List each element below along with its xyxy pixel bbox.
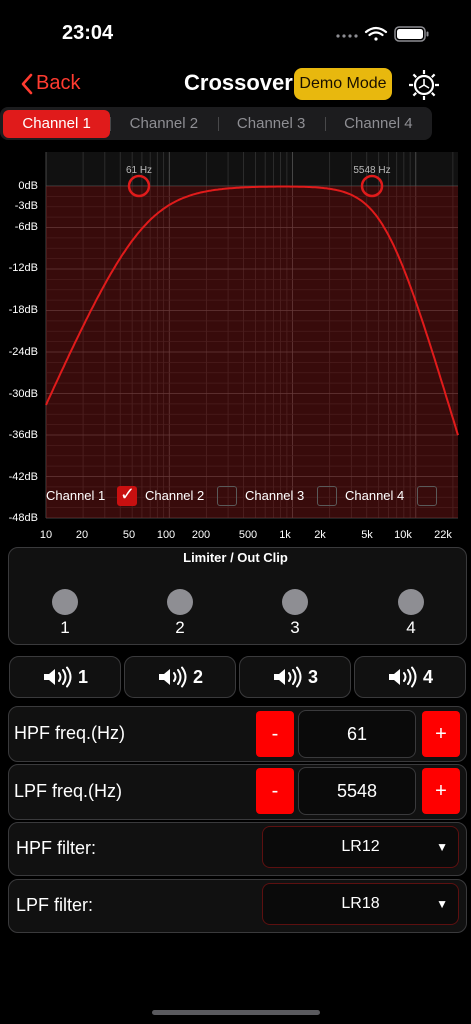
limiter-led-label: 1: [60, 618, 70, 637]
hpf-filter-select[interactable]: LR12 ▼: [262, 826, 459, 868]
tab-channel-4[interactable]: Channel 4: [324, 110, 432, 138]
speaker-icon: [158, 666, 187, 688]
x-label: 500: [238, 529, 258, 541]
channel-tabs: Channel 1 Channel 2 Channel 3 Channel 4: [0, 107, 432, 140]
speaker-label: 3: [307, 666, 318, 687]
limiter-led-label: 2: [175, 618, 185, 637]
crossover-graph[interactable]: 61 Hz 5548 Hz: [0, 145, 471, 545]
x-label: 2k: [314, 529, 326, 541]
lpf-freq-value[interactable]: 5548: [298, 767, 416, 815]
y-label: -3dB: [14, 200, 38, 212]
y-label: 0dB: [18, 180, 38, 192]
hpf-marker-label: 61 Hz: [126, 165, 152, 176]
limiter-led-2: [167, 589, 193, 615]
channel-1-checkbox[interactable]: [117, 484, 137, 506]
speaker-button-4[interactable]: 4: [354, 656, 466, 698]
channel-1-legend-label: Channel 1: [46, 488, 106, 503]
back-label: Back: [36, 72, 81, 94]
x-label: 200: [191, 529, 211, 541]
speaker-icon: [273, 666, 302, 688]
lpf-marker-label: 5548 Hz: [353, 165, 390, 176]
x-label: 22k: [434, 529, 452, 541]
y-label: -18dB: [8, 304, 38, 316]
speaker-label: 1: [77, 666, 88, 687]
hpf-freq-label: HPF freq.(Hz): [14, 723, 126, 743]
limiter-led-1: [52, 589, 78, 615]
limiter-led-label: 4: [406, 618, 416, 637]
channel-4-checkbox[interactable]: [417, 486, 437, 506]
channel-2-checkbox[interactable]: [217, 486, 237, 506]
x-label: 5k: [361, 529, 373, 541]
dropdown-arrow-icon: ▼: [436, 897, 448, 911]
limiter-led-4: [398, 589, 424, 615]
wifi-icon: [364, 26, 388, 41]
x-label: 10: [39, 529, 53, 541]
limiter-led-label: 3: [290, 618, 300, 637]
hpf-filter-value: LR12: [341, 838, 380, 855]
speaker-button-1[interactable]: 1: [9, 656, 121, 698]
limiter-led-3: [282, 589, 308, 615]
tab-channel-3[interactable]: Channel 3: [217, 110, 325, 138]
lpf-freq-label: LPF freq.(Hz): [14, 781, 123, 801]
chevron-left-icon: [21, 73, 33, 94]
y-label: -24dB: [8, 346, 38, 358]
speaker-label: 4: [422, 666, 433, 687]
x-label: 10k: [394, 529, 412, 541]
hpf-freq-value[interactable]: 61: [298, 710, 416, 758]
gear-icon[interactable]: [406, 67, 442, 103]
battery-icon: [394, 26, 429, 42]
stopband-shade: [46, 186, 458, 518]
lpf-increment-button[interactable]: +: [422, 768, 460, 814]
lpf-decrement-button[interactable]: -: [256, 768, 294, 814]
speaker-button-2[interactable]: 2: [124, 656, 236, 698]
x-label: 50: [122, 529, 136, 541]
tab-channel-1[interactable]: Channel 1: [3, 109, 111, 138]
status-icons: [336, 26, 429, 42]
x-label: 20: [75, 529, 89, 541]
tab-channel-2[interactable]: Channel 2: [110, 110, 217, 138]
y-label: -30dB: [8, 388, 38, 400]
back-button[interactable]: Back: [20, 72, 80, 95]
channel-4-legend-label: Channel 4: [345, 488, 405, 503]
home-indicator: [152, 1010, 320, 1015]
lpf-filter-label: LPF filter:: [16, 895, 94, 915]
hpf-decrement-button[interactable]: -: [256, 711, 294, 757]
speaker-label: 2: [192, 666, 203, 687]
signal-icon: [336, 34, 358, 38]
speaker-icon: [43, 666, 72, 688]
y-label: -42dB: [8, 471, 38, 483]
channel-2-legend-label: Channel 2: [145, 488, 205, 503]
demo-mode-button[interactable]: Demo Mode: [294, 68, 392, 100]
y-label: -48dB: [8, 512, 38, 524]
lpf-filter-select[interactable]: LR18 ▼: [262, 883, 459, 925]
channel-3-checkbox[interactable]: [317, 486, 337, 506]
x-label: 100: [156, 529, 176, 541]
limiter-title: Limiter / Out Clip: [183, 550, 288, 565]
x-label: 1k: [279, 529, 291, 541]
hpf-increment-button[interactable]: +: [422, 711, 460, 757]
status-time: 23:04: [62, 22, 114, 44]
lpf-filter-value: LR18: [341, 895, 380, 912]
hpf-filter-label: HPF filter:: [16, 838, 97, 858]
y-label: -12dB: [8, 262, 38, 274]
speaker-icon: [388, 666, 417, 688]
dropdown-arrow-icon: ▼: [436, 840, 448, 854]
y-label: -6dB: [14, 221, 38, 233]
speaker-button-3[interactable]: 3: [239, 656, 351, 698]
page-title: Crossover: [184, 70, 293, 95]
y-label: -36dB: [8, 429, 38, 441]
channel-3-legend-label: Channel 3: [245, 488, 305, 503]
